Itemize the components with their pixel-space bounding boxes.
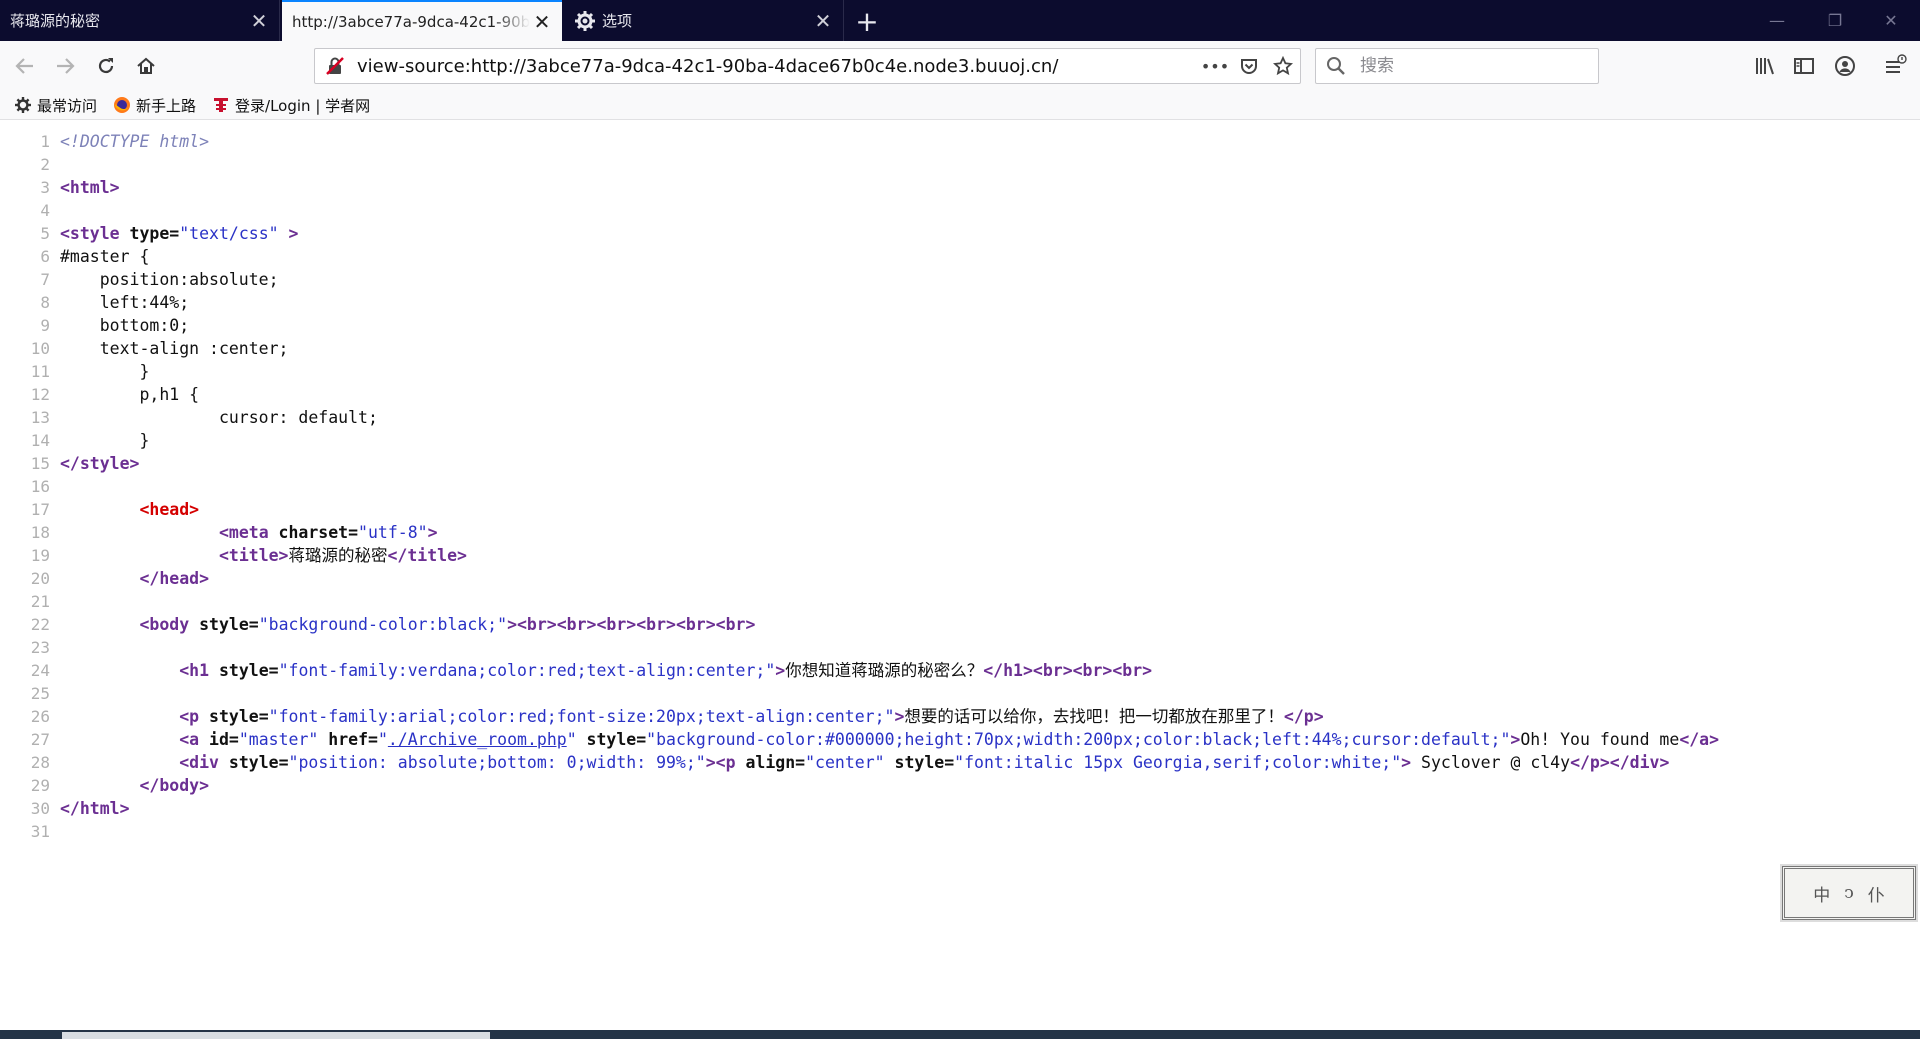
source-line: 23: [30, 638, 50, 657]
source-line: 17 <head>: [30, 500, 200, 519]
source-line: 11 }: [30, 362, 150, 381]
gear-icon: [14, 96, 32, 114]
source-line: 6 #master {: [40, 247, 150, 266]
source-line: 31: [30, 822, 50, 841]
hamburger-menu-icon: [1886, 54, 1907, 73]
tab-view-source[interactable]: http://3abce77a-9dca-42c1-90ba-4dace67b0…: [282, 0, 562, 41]
stamp-char: 仆: [1867, 885, 1885, 906]
source-line: 3 <html>: [40, 178, 120, 197]
tab-label: http://3abce77a-9dca-42c1-90ba-4dace67b0…: [292, 12, 530, 31]
firefox-icon: [113, 96, 131, 114]
source-line: 25: [30, 684, 50, 703]
account-icon: [1835, 56, 1855, 76]
source-line: 22 <body style="background-color:black;"…: [30, 615, 756, 634]
library-button[interactable]: [1748, 49, 1782, 83]
reload-button[interactable]: [89, 49, 123, 83]
gear-icon: [574, 10, 596, 32]
source-line: 15 </style>: [30, 454, 140, 473]
tab-strip: 蒋璐源的秘密 ✕ http://3abce77a-9dca-42c1-90ba-…: [0, 0, 1920, 41]
source-line: 18 <meta charset="utf-8">: [30, 523, 438, 542]
source-line: 28 <div style="position: absolute;bottom…: [30, 753, 1670, 772]
taskbar-search-box[interactable]: [62, 1032, 490, 1039]
url-text[interactable]: view-source:http://3abce77a-9dca-42c1-90…: [357, 56, 1198, 77]
archive-room-link[interactable]: ./Archive_room.php: [388, 730, 567, 749]
source-line: 8 left:44%;: [40, 293, 190, 312]
taskbar: [0, 1030, 1920, 1039]
bookmark-star-icon[interactable]: [1266, 49, 1300, 83]
window-close-button[interactable]: ✕: [1862, 0, 1920, 41]
source-line: 14 }: [30, 431, 150, 450]
source-line: 9 bottom:0;: [40, 316, 190, 335]
bookmark-most-visited[interactable]: 最常访问: [14, 95, 97, 116]
forward-arrow-icon: [57, 58, 75, 74]
search-bar[interactable]: [1315, 48, 1599, 84]
close-tab-icon[interactable]: ✕: [247, 9, 271, 33]
navigation-toolbar: view-source:http://3abce77a-9dca-42c1-90…: [0, 41, 1920, 91]
ime-stamp-widget[interactable]: 中 ↄ 仆: [1782, 866, 1916, 920]
source-line: 19 <title>蒋璐源的秘密</title>: [30, 546, 467, 565]
source-line: 5 <style type="text/css" >: [40, 224, 299, 243]
source-line: 26 <p style="font-family:arial;color:red…: [30, 707, 1324, 726]
source-line: 29 </body>: [30, 776, 210, 795]
page-actions-button[interactable]: •••: [1198, 49, 1232, 83]
source-line: 4: [40, 201, 50, 220]
source-line: 1 <!DOCTYPE html>: [40, 132, 210, 151]
source-line: 20 </head>: [30, 569, 210, 588]
bookmark-label: 最常访问: [37, 96, 98, 115]
bookmark-label: 新手上路: [136, 96, 197, 115]
scholat-logo-icon: [212, 96, 230, 114]
view-source-content: 1 <!DOCTYPE html> 2 3 <html> 4 5 <style typ…: [0, 130, 1920, 843]
reload-icon: [98, 58, 114, 74]
stamp-char: 中: [1813, 885, 1831, 906]
pocket-icon[interactable]: [1232, 49, 1266, 83]
home-icon: [137, 57, 155, 74]
sidebar-icon: [1794, 58, 1814, 74]
bookmark-label: 登录/Login | 学者网: [235, 96, 371, 115]
back-arrow-icon: [15, 58, 33, 74]
bookmarks-toolbar: 最常访问 新手上路 登录/Login | 学者网: [0, 91, 1920, 120]
source-line: 24 <h1 style="font-family:verdana;color:…: [30, 661, 1153, 680]
bookmark-getting-started[interactable]: 新手上路: [113, 95, 196, 116]
bookmark-scholat-login[interactable]: 登录/Login | 学者网: [212, 95, 370, 116]
source-line: 30 </html>: [30, 799, 130, 818]
address-bar[interactable]: view-source:http://3abce77a-9dca-42c1-90…: [314, 48, 1301, 84]
search-icon: [1326, 56, 1346, 76]
close-tab-icon[interactable]: ✕: [811, 9, 835, 33]
sidebar-button[interactable]: [1787, 49, 1821, 83]
source-line: 10 text-align :center;: [30, 339, 289, 358]
tab-options[interactable]: 选项 ✕: [564, 0, 844, 41]
search-input[interactable]: [1358, 55, 1582, 77]
source-line: 2: [40, 155, 50, 174]
source-line: 7 position:absolute;: [40, 270, 279, 289]
stamp-char: ↄ: [1844, 883, 1854, 903]
library-icon: [1756, 58, 1774, 75]
forward-button[interactable]: [48, 49, 82, 83]
tab-secret[interactable]: 蒋璐源的秘密 ✕: [0, 0, 280, 41]
account-button[interactable]: [1828, 49, 1862, 83]
source-line: 12 p,h1 {: [30, 385, 200, 404]
source-line: 21: [30, 592, 50, 611]
menu-button[interactable]: [1878, 49, 1912, 83]
source-line: 13 cursor: default;: [30, 408, 378, 427]
source-line: 16: [30, 477, 50, 496]
insecure-lock-icon[interactable]: [323, 54, 347, 78]
restore-button[interactable]: ❐: [1806, 0, 1864, 41]
new-tab-button[interactable]: +: [850, 4, 884, 38]
minimize-button[interactable]: —: [1748, 0, 1806, 41]
source-line: 27 <a id="master" href="./Archive_room.p…: [30, 730, 1720, 749]
tab-label: 蒋璐源的秘密: [10, 12, 101, 30]
home-button[interactable]: [129, 49, 163, 83]
back-button[interactable]: [8, 49, 42, 83]
close-tab-icon[interactable]: ✕: [530, 10, 554, 34]
tab-label: 选项: [602, 12, 633, 30]
